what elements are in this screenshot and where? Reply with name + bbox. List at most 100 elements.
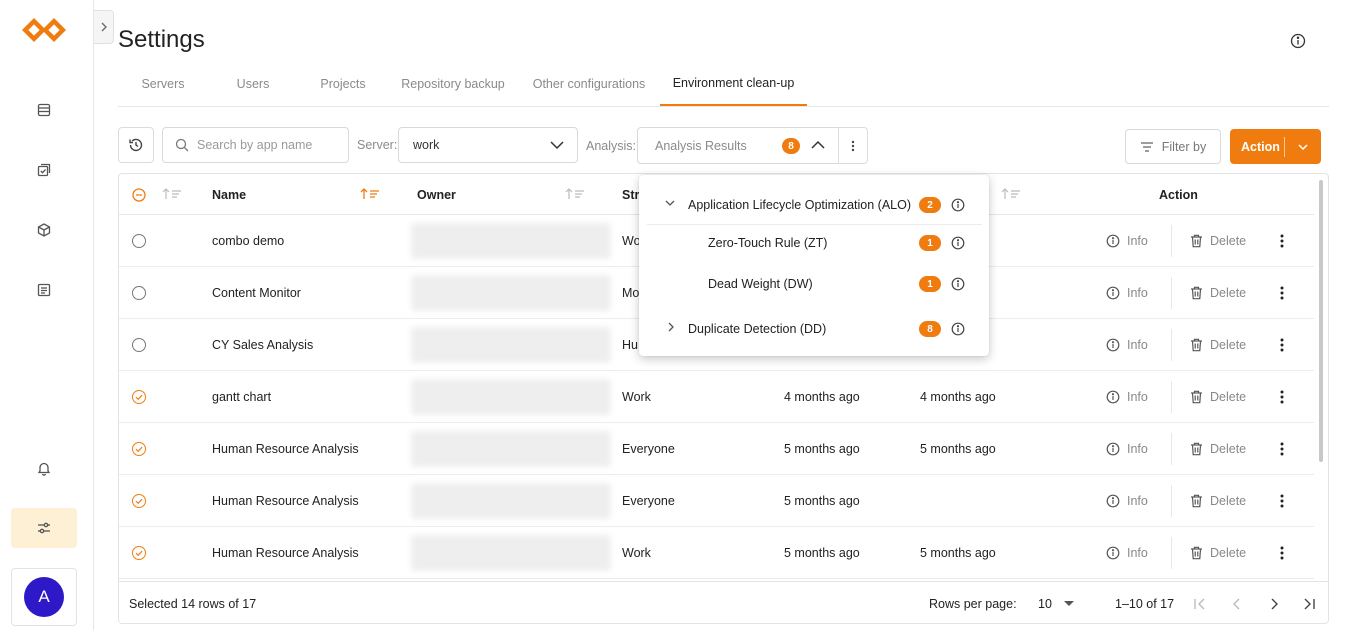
- row-checkbox[interactable]: [132, 546, 146, 560]
- column-stream[interactable]: Str: [622, 174, 639, 215]
- expand-sidebar-button[interactable]: [94, 10, 114, 44]
- info-icon[interactable]: [1289, 32, 1307, 50]
- info-label: Info: [1127, 441, 1148, 456]
- chevron-up-icon: [811, 140, 825, 149]
- rows-per-page-value: 10: [1038, 597, 1052, 611]
- row-checkbox[interactable]: [132, 286, 146, 300]
- table-row[interactable]: Human Resource Analysis Work 5 months ago 5…: [119, 527, 1314, 579]
- owner-redacted: [411, 379, 611, 415]
- next-page-button[interactable]: [1269, 582, 1279, 623]
- analysis-more-button[interactable]: [838, 127, 868, 164]
- menu-item-alo[interactable]: Application Lifecycle Optimization (ALO)…: [639, 185, 989, 225]
- search-field[interactable]: [162, 127, 349, 163]
- menu-item-dd[interactable]: Duplicate Detection (DD) 8: [639, 309, 989, 349]
- info-icon[interactable]: [951, 322, 965, 336]
- row-checkbox[interactable]: [132, 234, 146, 248]
- first-page-button[interactable]: [1193, 582, 1207, 623]
- rows-per-page-select[interactable]: 10: [1038, 582, 1074, 623]
- database-icon[interactable]: [33, 99, 55, 121]
- server-select[interactable]: work: [398, 127, 578, 163]
- column-owner[interactable]: Owner: [417, 174, 456, 215]
- filter-button[interactable]: Filter by: [1125, 129, 1221, 164]
- select-all-checkbox[interactable]: [132, 174, 146, 215]
- more-vertical-icon[interactable]: [1277, 337, 1287, 353]
- tasks-icon[interactable]: [33, 159, 55, 181]
- tab-other-configurations[interactable]: Other configurations: [518, 62, 660, 106]
- delete-button[interactable]: Delete: [1190, 527, 1246, 578]
- avatar[interactable]: A: [24, 577, 64, 617]
- sort-icon[interactable]: [565, 188, 585, 200]
- action-button[interactable]: Action: [1230, 129, 1321, 164]
- info-button[interactable]: Info: [1106, 423, 1148, 474]
- search-input[interactable]: [197, 138, 337, 152]
- menu-item-zt[interactable]: Zero-Touch Rule (ZT) 1: [639, 223, 989, 263]
- delete-button[interactable]: Delete: [1190, 371, 1246, 422]
- menu-item-label: Zero-Touch Rule (ZT): [708, 236, 828, 250]
- table-row[interactable]: gantt chart Work 4 months ago 4 months ago I…: [119, 371, 1314, 423]
- info-icon: [1106, 494, 1120, 507]
- table-row[interactable]: Human Resource Analysis Everyone 5 months …: [119, 423, 1314, 475]
- row-checkbox[interactable]: [132, 494, 146, 508]
- menu-item-label: Duplicate Detection (DD): [688, 322, 827, 336]
- trash-icon: [1191, 338, 1202, 351]
- delete-button[interactable]: Delete: [1190, 475, 1246, 526]
- last-page-button[interactable]: [1302, 582, 1316, 623]
- previous-page-button[interactable]: [1232, 582, 1242, 623]
- column-name[interactable]: Name: [212, 174, 246, 215]
- tab-servers[interactable]: Servers: [118, 62, 208, 106]
- delete-button[interactable]: Delete: [1190, 215, 1246, 266]
- package-icon[interactable]: [33, 219, 55, 241]
- sort-asc-icon[interactable]: [360, 188, 380, 200]
- info-icon[interactable]: [951, 277, 965, 291]
- infinity-logo[interactable]: [20, 14, 68, 46]
- menu-item-label: Application Lifecycle Optimization (ALO): [688, 198, 912, 212]
- analysis-select[interactable]: Analysis Results 8: [637, 127, 839, 164]
- tab-repository-backup[interactable]: Repository backup: [388, 62, 518, 106]
- more-vertical-icon[interactable]: [1277, 285, 1287, 301]
- stream-cell: Mo: [622, 285, 640, 300]
- more-vertical-icon[interactable]: [1277, 545, 1287, 561]
- action-dropdown-toggle[interactable]: [1285, 143, 1321, 150]
- more-vertical-icon[interactable]: [1277, 389, 1287, 405]
- info-icon: [1106, 338, 1120, 351]
- menu-item-dw[interactable]: Dead Weight (DW) 1: [639, 264, 989, 304]
- info-button[interactable]: Info: [1106, 371, 1148, 422]
- info-button[interactable]: Info: [1106, 215, 1148, 266]
- row-checkbox[interactable]: [132, 390, 146, 404]
- history-button[interactable]: [118, 127, 154, 163]
- sort-icon[interactable]: [162, 188, 182, 200]
- info-icon[interactable]: [951, 236, 965, 250]
- more-vertical-icon[interactable]: [1277, 441, 1287, 457]
- table-scrollbar[interactable]: [1319, 180, 1323, 462]
- delete-button[interactable]: Delete: [1190, 423, 1246, 474]
- row-checkbox[interactable]: [132, 442, 146, 456]
- info-button[interactable]: Info: [1106, 319, 1148, 370]
- row-checkbox[interactable]: [132, 338, 146, 352]
- info-button[interactable]: Info: [1106, 527, 1148, 578]
- sort-icon[interactable]: [1001, 188, 1021, 200]
- chevron-right-icon: [1271, 598, 1278, 610]
- first-page-icon: [1194, 598, 1205, 610]
- tab-users[interactable]: Users: [208, 62, 298, 106]
- tab-environment-clean-up[interactable]: Environment clean-up: [660, 62, 807, 106]
- more-vertical-icon[interactable]: [1277, 493, 1287, 509]
- info-icon[interactable]: [951, 198, 965, 212]
- stream-cell: Everyone: [622, 441, 675, 456]
- report-icon[interactable]: [33, 279, 55, 301]
- table-row[interactable]: Human Resource Analysis Everyone 5 months …: [119, 475, 1314, 527]
- settings-nav-active[interactable]: [11, 508, 77, 548]
- app-name: combo demo: [212, 233, 285, 248]
- delete-button[interactable]: Delete: [1190, 319, 1246, 370]
- more-vertical-icon[interactable]: [1277, 233, 1287, 249]
- info-label: Info: [1127, 285, 1148, 300]
- action-divider: [1171, 537, 1172, 569]
- tab-projects[interactable]: Projects: [298, 62, 388, 106]
- info-icon: [1106, 390, 1120, 403]
- bell-icon[interactable]: [33, 457, 55, 479]
- info-button[interactable]: Info: [1106, 267, 1148, 318]
- delete-button[interactable]: Delete: [1190, 267, 1246, 318]
- info-button[interactable]: Info: [1106, 475, 1148, 526]
- owner-redacted: [411, 223, 611, 259]
- user-menu[interactable]: A: [11, 568, 77, 626]
- chevron-down-icon: [1298, 143, 1308, 150]
